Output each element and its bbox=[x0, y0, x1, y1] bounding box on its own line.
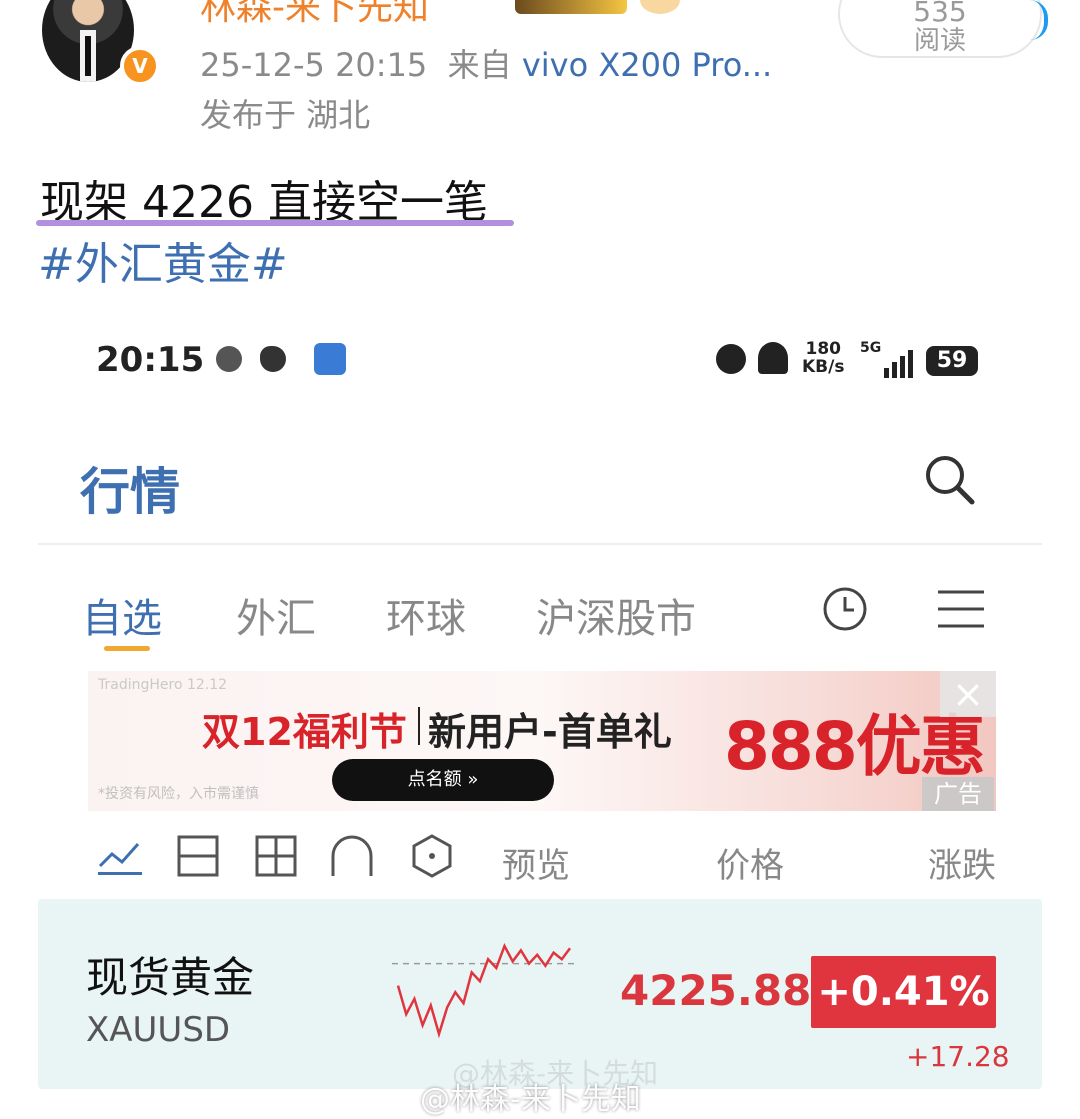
network-speed-unit: KB/s bbox=[802, 357, 845, 377]
arch-view-icon[interactable] bbox=[330, 834, 374, 878]
ad-risk-notice: *投资有风险，入市需谨慎 bbox=[98, 786, 259, 802]
sparkline-series bbox=[396, 942, 572, 1039]
column-change[interactable]: 涨跌 bbox=[928, 838, 996, 887]
username[interactable]: 林森-来卜先知 bbox=[200, 0, 429, 30]
status-bar-time: 20:15 bbox=[96, 340, 205, 380]
post-time: 25-12-5 20:15 bbox=[200, 46, 428, 84]
ad-separator bbox=[418, 707, 420, 745]
clock-icon[interactable] bbox=[822, 586, 868, 632]
quote-price: 4225.88 bbox=[620, 966, 812, 1015]
active-tab-indicator bbox=[104, 646, 150, 651]
quote-code: XAUUSD bbox=[86, 1010, 231, 1050]
tab-global[interactable]: 环球 bbox=[386, 586, 466, 644]
rows-view-icon[interactable] bbox=[176, 834, 220, 878]
read-count-badge: 535 阅读 bbox=[838, 0, 1042, 58]
change-percent-badge[interactable]: +0.41% bbox=[811, 956, 996, 1028]
quote-name: 现货黄金 bbox=[86, 953, 255, 1002]
close-icon[interactable]: × bbox=[940, 671, 996, 717]
watermark: @林森-来卜先知 bbox=[420, 1082, 641, 1117]
medal-icon bbox=[515, 0, 627, 14]
change-absolute: +17.28 bbox=[906, 1040, 1010, 1073]
tab-forex[interactable]: 外汇 bbox=[236, 586, 316, 644]
price-sparkline bbox=[392, 942, 576, 1039]
ad-headline: 双12福利节 bbox=[202, 710, 407, 754]
battery-icon: 59 bbox=[926, 346, 978, 376]
menu-icon[interactable] bbox=[936, 588, 986, 630]
tab-a-shares[interactable]: 沪深股市 bbox=[536, 586, 696, 644]
app-badge-icon bbox=[314, 343, 346, 375]
ad-banner[interactable]: TradingHero 12.12 双12福利节 新用户-首单礼 888优惠 点… bbox=[88, 671, 996, 811]
network-speed-value: 180 bbox=[805, 339, 841, 359]
highlight-underline bbox=[36, 220, 514, 226]
ad-subheadline: 新用户-首单礼 bbox=[428, 710, 672, 754]
alarm-icon bbox=[716, 344, 746, 374]
post-source-label: 来自 bbox=[447, 46, 512, 84]
mute-bell-icon bbox=[758, 342, 788, 374]
post-meta: 25-12-5 20:15 来自 vivo X200 Pro... bbox=[200, 40, 772, 86]
network-type: 5G bbox=[860, 340, 882, 356]
column-preview: 预览 bbox=[502, 846, 570, 886]
signal-icon bbox=[884, 350, 913, 378]
read-label: 阅读 bbox=[913, 26, 966, 56]
page-title: 行情 bbox=[80, 463, 180, 521]
post-device[interactable]: vivo X200 Pro... bbox=[522, 46, 772, 84]
hashtag-link[interactable]: #外汇黄金# bbox=[38, 228, 288, 292]
read-count: 535 bbox=[913, 0, 967, 28]
weibo-icon bbox=[260, 346, 286, 372]
divider bbox=[38, 543, 1042, 545]
post-location: 发布于 湖北 bbox=[200, 96, 371, 134]
active-view-indicator bbox=[98, 872, 142, 875]
scroll-edge-indicator bbox=[1030, 0, 1048, 40]
column-price[interactable]: 价格 bbox=[716, 838, 784, 887]
grid-view-icon[interactable] bbox=[254, 834, 298, 878]
ad-cta-button[interactable]: 点名额 » bbox=[332, 759, 554, 801]
ad-label: 广告 bbox=[922, 777, 994, 811]
verified-badge-icon: V bbox=[120, 46, 160, 86]
search-icon[interactable] bbox=[922, 452, 976, 506]
tab-watchlist[interactable]: 自选 bbox=[82, 586, 162, 644]
ad-brand: TradingHero 12.12 bbox=[98, 677, 228, 693]
emoji-badge-icon bbox=[640, 0, 680, 14]
hexagon-view-icon[interactable] bbox=[410, 834, 454, 878]
app-notification-icon bbox=[216, 346, 242, 372]
network-speed: 180 KB/s bbox=[802, 340, 844, 376]
